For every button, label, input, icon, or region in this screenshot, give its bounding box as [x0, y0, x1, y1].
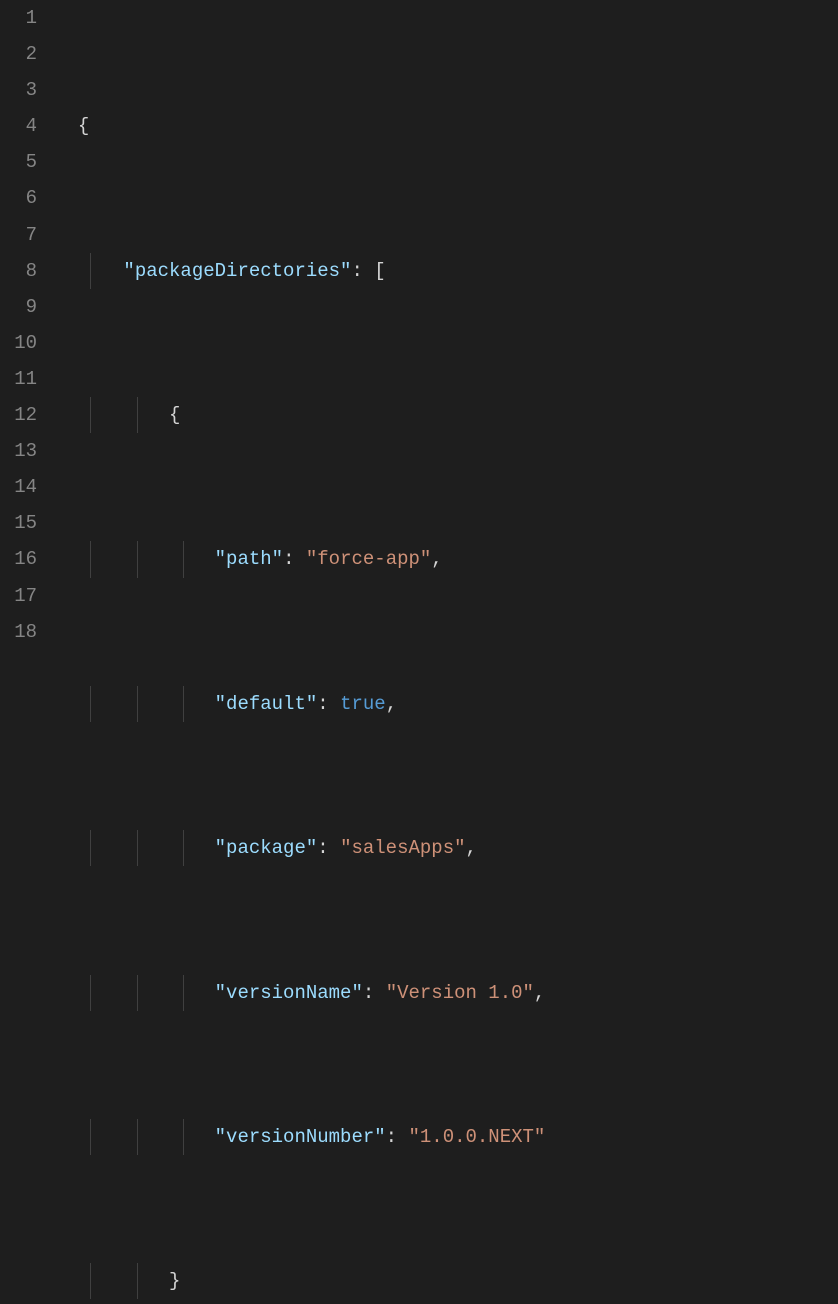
line-number: 16 [0, 541, 37, 577]
line-number: 1 [0, 0, 37, 36]
brace-close: } [169, 1270, 180, 1292]
json-string: "1.0.0.NEXT" [408, 1126, 545, 1148]
line-number: 18 [0, 614, 37, 650]
line-number: 6 [0, 180, 37, 216]
line-number: 4 [0, 108, 37, 144]
json-key: "packageDirectories" [123, 260, 351, 282]
line-number: 11 [0, 361, 37, 397]
json-key: "versionNumber" [215, 1126, 386, 1148]
json-string: "salesApps" [340, 837, 465, 859]
json-key: "package" [215, 837, 318, 859]
line-number: 17 [0, 578, 37, 614]
code-line[interactable]: { [55, 108, 838, 144]
code-line[interactable]: "path": "force-app", [55, 541, 838, 577]
code-line[interactable]: "versionName": "Version 1.0", [55, 975, 838, 1011]
code-editor[interactable]: { "packageDirectories": [ { "path": "for… [55, 0, 838, 652]
line-number: 2 [0, 36, 37, 72]
line-number: 5 [0, 144, 37, 180]
brace-open: { [78, 115, 89, 137]
line-number: 9 [0, 289, 37, 325]
json-boolean: true [340, 693, 386, 715]
line-number: 10 [0, 325, 37, 361]
code-line[interactable]: "default": true, [55, 686, 838, 722]
bracket-open: [ [374, 260, 385, 282]
brace-open: { [169, 404, 180, 426]
line-number-gutter: 1 2 3 4 5 6 7 8 9 10 11 12 13 14 15 16 1… [0, 0, 55, 652]
code-line[interactable]: { [55, 397, 838, 433]
json-string: "Version 1.0" [386, 982, 534, 1004]
json-string: "force-app" [306, 548, 431, 570]
line-number: 3 [0, 72, 37, 108]
line-number: 7 [0, 217, 37, 253]
line-number: 8 [0, 253, 37, 289]
json-key: "path" [215, 548, 283, 570]
code-line[interactable]: } [55, 1263, 838, 1299]
json-key: "default" [215, 693, 318, 715]
line-number: 14 [0, 469, 37, 505]
line-number: 15 [0, 505, 37, 541]
code-line[interactable]: "packageDirectories": [ [55, 253, 838, 289]
code-line[interactable]: "package": "salesApps", [55, 830, 838, 866]
json-key: "versionName" [215, 982, 363, 1004]
line-number: 12 [0, 397, 37, 433]
line-number: 13 [0, 433, 37, 469]
code-line[interactable]: "versionNumber": "1.0.0.NEXT" [55, 1119, 838, 1155]
